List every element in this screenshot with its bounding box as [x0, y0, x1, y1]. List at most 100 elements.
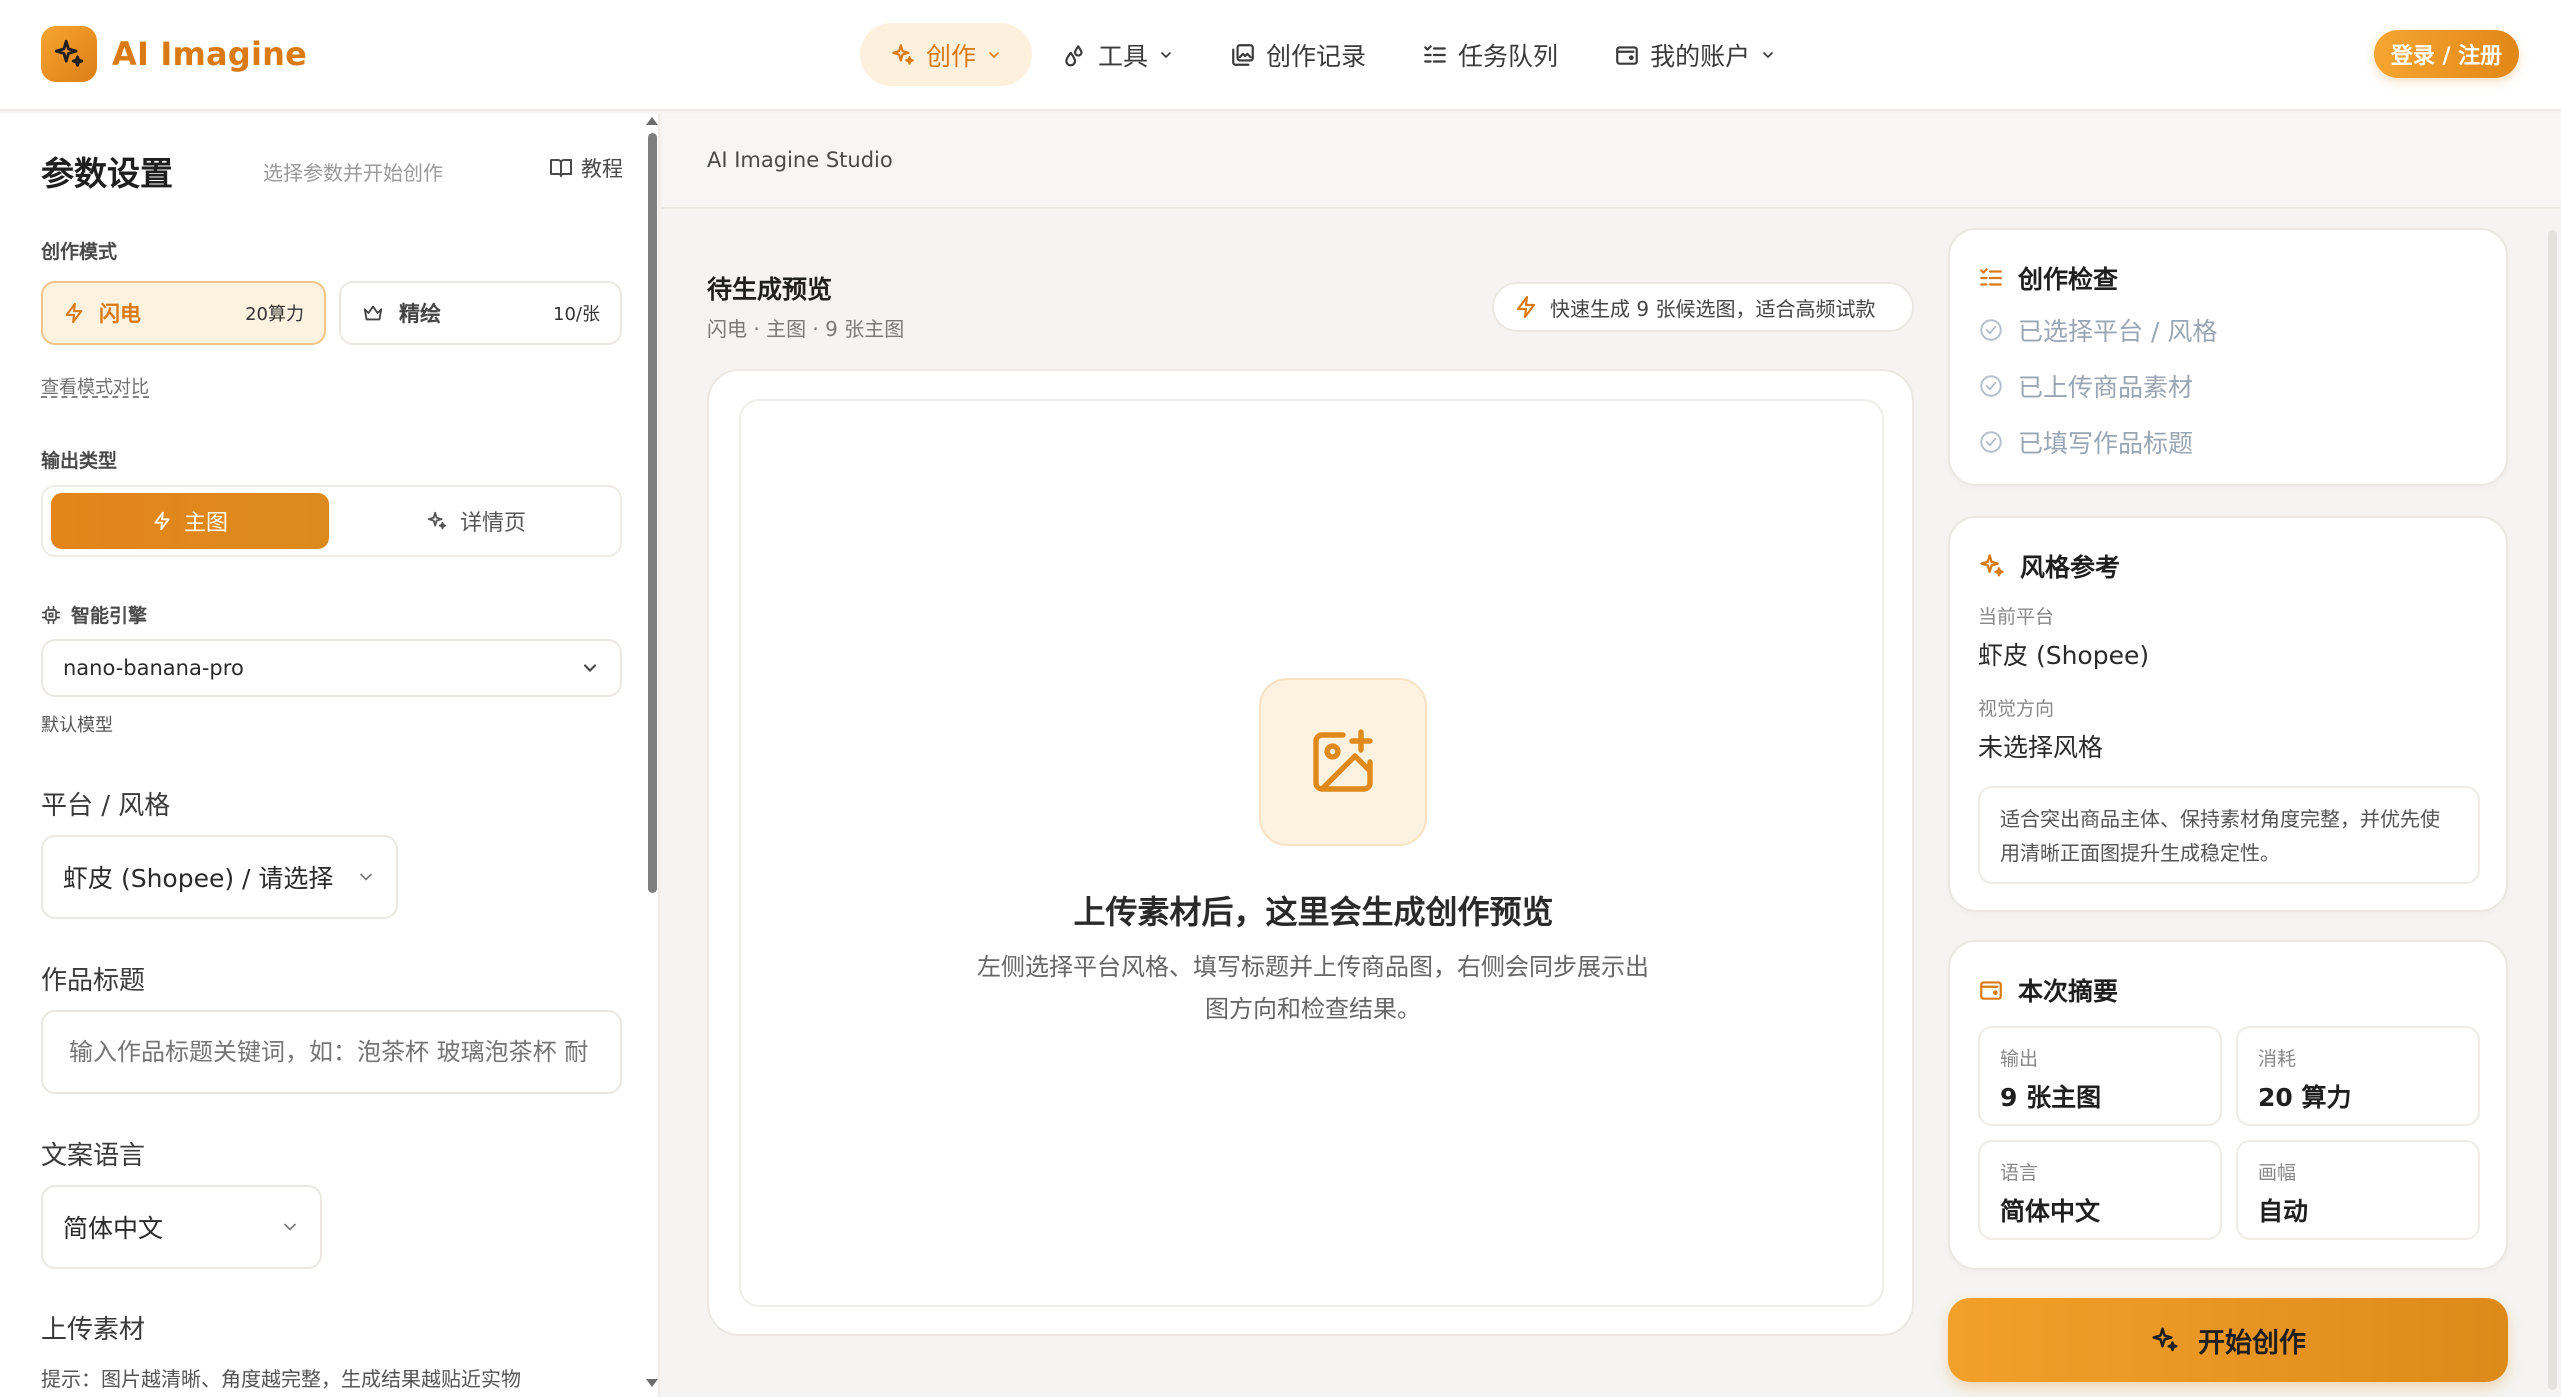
preview-card: 上传素材后，这里会生成创作预览 左侧选择平台风格、填写标题并上传商品图，右侧会同… — [707, 369, 1914, 1336]
check-item: 已填写作品标题 — [1978, 424, 2193, 460]
sparkle-logo-icon — [41, 26, 97, 82]
engine-value: nano-banana-pro — [63, 656, 244, 680]
list-check-icon — [1978, 265, 2004, 291]
chevron-down-icon — [986, 47, 1002, 63]
fast-generate-text: 快速生成 9 张候选图，适合高频试款 — [1550, 296, 1876, 321]
preview-empty-state: 上传素材后，这里会生成创作预览 左侧选择平台风格、填写标题并上传商品图，右侧会同… — [739, 399, 1884, 1307]
current-platform-label: 当前平台 — [1978, 606, 2055, 628]
stat-label: 消耗 — [2258, 1048, 2297, 1070]
output-type-toggle: 主图 详情页 — [41, 485, 622, 557]
chevron-down-icon — [356, 867, 376, 887]
crown-icon — [361, 302, 385, 324]
stat-value: 自动 — [2258, 1197, 2309, 1226]
fast-generate-badge: 快速生成 9 张候选图，适合高频试款 — [1492, 282, 1914, 332]
nav-label: 任务队列 — [1458, 41, 1559, 71]
nav-label: 工具 — [1098, 41, 1149, 71]
page-scrollbar[interactable] — [2548, 230, 2557, 1390]
nav-item-history[interactable]: 创作记录 — [1204, 23, 1392, 86]
stat-value: 简体中文 — [2000, 1197, 2101, 1226]
nav-label: 创作 — [926, 41, 977, 71]
language-label: 文案语言 — [41, 1141, 146, 1171]
start-create-button[interactable]: 开始创作 — [1948, 1298, 2508, 1382]
sparkle-icon — [890, 42, 916, 68]
preview-subtitle: 闪电 · 主图 · 9 张主图 — [707, 317, 905, 341]
summary-stat-language: 语言 简体中文 — [1978, 1140, 2222, 1240]
params-sidebar: 参数设置 选择参数并开始创作 教程 创作模式 闪电 20算力 精绘 10/张 查… — [0, 113, 660, 1397]
gallery-icon — [1230, 42, 1256, 68]
check-item-label: 已填写作品标题 — [2018, 429, 2194, 458]
output-type-label: 详情页 — [459, 511, 526, 536]
language-select[interactable]: 简体中文 — [41, 1185, 322, 1269]
image-plus-icon — [1259, 678, 1427, 846]
platform-value: 虾皮 (Shopee) / 请选择 — [63, 864, 334, 893]
mode-label: 闪电 — [99, 302, 141, 326]
stat-value: 9 张主图 — [2000, 1083, 2102, 1112]
compare-modes-link[interactable]: 查看模式对比 — [41, 373, 149, 399]
bolt-icon — [63, 302, 85, 324]
visual-direction-value: 未选择风格 — [1978, 733, 2104, 762]
sparkle-icon — [426, 510, 448, 532]
brand-logo[interactable]: AI Imagine — [41, 26, 307, 82]
output-type-detail-page[interactable]: 详情页 — [337, 493, 615, 549]
scroll-down-arrow-icon[interactable] — [646, 1379, 658, 1387]
mode-section-label: 创作模式 — [41, 241, 118, 263]
scroll-up-arrow-icon[interactable] — [646, 117, 658, 125]
check-item-label: 已上传商品素材 — [2018, 373, 2194, 402]
engine-note: 默认模型 — [41, 715, 113, 736]
sidebar-subtitle: 选择参数并开始创作 — [263, 161, 443, 185]
list-check-icon — [1422, 42, 1448, 68]
check-item: 已上传商品素材 — [1978, 368, 2193, 404]
platform-label: 平台 / 风格 — [41, 791, 171, 821]
chevron-down-icon — [580, 658, 600, 678]
nav-item-account[interactable]: 我的账户 — [1588, 23, 1802, 86]
book-icon — [549, 156, 573, 180]
summary-stat-cost: 消耗 20 算力 — [2236, 1026, 2480, 1126]
visual-direction-label: 视觉方向 — [1978, 698, 2055, 720]
check-panel-title-text: 创作检查 — [2018, 265, 2119, 294]
style-note: 适合突出商品主体、保持素材角度完整，并优先使用清晰正面图提升生成稳定性。 — [1978, 786, 2480, 884]
summary-panel-title: 本次摘要 — [1978, 972, 2118, 1008]
current-platform-value: 虾皮 (Shopee) — [1978, 641, 2150, 670]
nav-item-queue[interactable]: 任务队列 — [1396, 23, 1584, 86]
output-section-label: 输出类型 — [41, 450, 118, 472]
style-panel-title: 风格参考 — [1978, 548, 2120, 584]
mode-price: 20算力 — [245, 304, 304, 325]
check-panel-title: 创作检查 — [1978, 260, 2118, 296]
upload-hint: 提示：图片越清晰、角度越完整，生成结果越贴近实物 — [41, 1367, 521, 1391]
platform-select[interactable]: 虾皮 (Shopee) / 请选择 — [41, 835, 398, 919]
check-circle-icon — [1978, 317, 2004, 343]
nav-label: 创作记录 — [1266, 41, 1367, 71]
mode-price: 10/张 — [553, 304, 600, 325]
empty-state-title: 上传素材后，这里会生成创作预览 — [1073, 893, 1554, 931]
summary-stat-output: 输出 9 张主图 — [1978, 1026, 2222, 1126]
mode-option-fine[interactable]: 精绘 10/张 — [339, 281, 622, 345]
work-title-input[interactable] — [41, 1010, 622, 1094]
tutorial-label: 教程 — [581, 157, 623, 181]
nav-item-create[interactable]: 创作 — [860, 23, 1033, 86]
style-reference-panel: 风格参考 当前平台 虾皮 (Shopee) 视觉方向 未选择风格 适合突出商品主… — [1948, 516, 2508, 912]
chevron-down-icon — [1158, 47, 1174, 63]
engine-label: 智能引擎 — [71, 605, 148, 627]
stat-label: 语言 — [2000, 1162, 2039, 1184]
sidebar-title: 参数设置 — [41, 154, 173, 193]
nav-item-tools[interactable]: 工具 — [1036, 23, 1200, 86]
studio-header: AI Imagine Studio — [662, 113, 2561, 209]
mode-option-flash[interactable]: 闪电 20算力 — [41, 281, 326, 345]
stat-label: 画幅 — [2258, 1162, 2297, 1184]
start-create-label: 开始创作 — [2198, 1327, 2306, 1359]
preview-title: 待生成预览 — [707, 275, 833, 304]
check-panel: 创作检查 已选择平台 / 风格 已上传商品素材 已填写作品标题 — [1948, 228, 2508, 486]
brand-name: AI Imagine — [112, 35, 308, 73]
sidebar-scrollbar[interactable] — [648, 133, 657, 893]
empty-state-description: 左侧选择平台风格、填写标题并上传商品图，右侧会同步展示出图方向和检查结果。 — [977, 953, 1649, 1023]
work-title-label: 作品标题 — [41, 966, 146, 996]
check-item: 已选择平台 / 风格 — [1978, 312, 2217, 348]
engine-select[interactable]: nano-banana-pro — [41, 639, 622, 697]
login-register-button[interactable]: 登录 / 注册 — [2374, 30, 2519, 78]
sparkle-icon — [1978, 552, 2006, 580]
check-circle-icon — [1978, 373, 2004, 399]
check-item-label: 已选择平台 / 风格 — [2018, 317, 2218, 346]
output-type-main-image[interactable]: 主图 — [51, 493, 329, 549]
tutorial-link[interactable]: 教程 — [549, 153, 623, 183]
drops-icon — [1062, 42, 1088, 68]
